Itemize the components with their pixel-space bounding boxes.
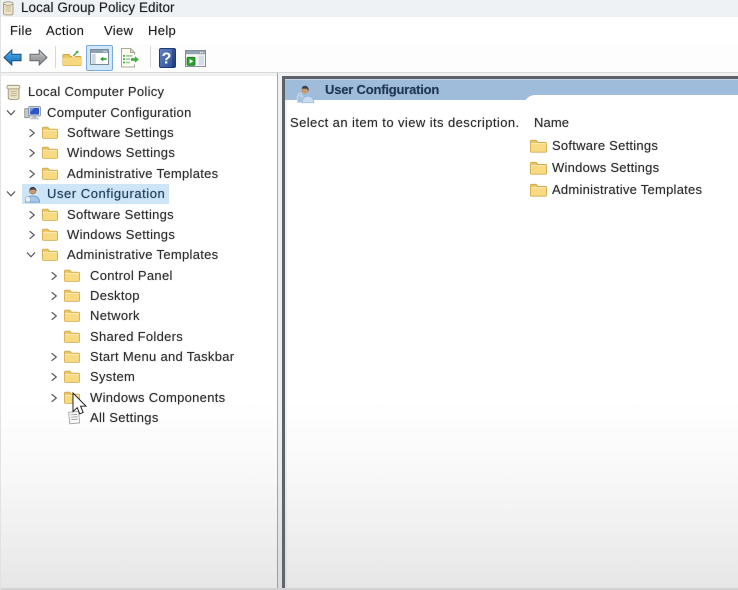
svg-text:?: ?: [162, 51, 172, 68]
